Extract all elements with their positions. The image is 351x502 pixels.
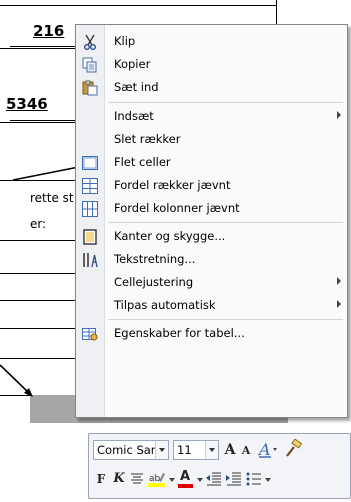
decrease-indent-icon[interactable]	[206, 472, 222, 486]
merge-cells-icon	[81, 154, 99, 171]
borders-icon	[81, 228, 99, 245]
menu-item-label: Flet celler	[114, 155, 171, 169]
menu-item-label: Egenskaber for tabel...	[114, 326, 245, 340]
font-name-combo[interactable]: Comic Sans	[93, 440, 169, 460]
menu-item-label: Tilpas automatisk	[114, 298, 216, 312]
menu-item-label: Kopier	[114, 57, 151, 71]
font-size-value: 11	[177, 443, 192, 457]
menu-separator	[108, 222, 343, 223]
svg-text:A: A	[257, 440, 271, 459]
text-direction-icon	[81, 251, 99, 268]
menu-separator	[108, 319, 343, 320]
italic-button[interactable]: K	[112, 469, 126, 489]
menu-separator	[108, 102, 343, 103]
menu-item-egenskaber-for-tabel[interactable]: Egenskaber for tabel...	[76, 322, 347, 345]
scissors-icon	[81, 33, 99, 50]
grow-font-button[interactable]: A	[223, 440, 237, 460]
menu-item-saet-ind[interactable]: Sæt ind	[76, 76, 347, 99]
menu-item-indsaet[interactable]: Indsæt	[76, 105, 347, 128]
menu-item-klip[interactable]: Klip	[76, 30, 347, 53]
menu-item-label: Sæt ind	[114, 80, 159, 94]
table-properties-icon	[81, 325, 99, 342]
copy-icon	[81, 56, 99, 73]
menu-item-label: Fordel rækker jævnt	[114, 178, 231, 192]
menu-item-fordel-raekker[interactable]: Fordel rækker jævnt	[76, 174, 347, 197]
chevron-down-icon[interactable]	[155, 441, 168, 459]
menu-item-flet-celler[interactable]: Flet celler	[76, 151, 347, 174]
chevron-down-icon[interactable]	[265, 478, 271, 482]
menu-item-kopier[interactable]: Kopier	[76, 53, 347, 76]
menu-item-label: Fordel kolonner jævnt	[114, 201, 240, 215]
submenu-arrow-icon	[337, 300, 341, 308]
font-color-icon[interactable]: A	[178, 469, 194, 489]
submenu-arrow-icon	[337, 277, 341, 285]
context-menu: Klip Kopier Sæt ind Indsæt Slet rækker F…	[75, 24, 348, 418]
styles-icon[interactable]: A	[257, 439, 279, 459]
font-color-letter: A	[180, 469, 191, 484]
distribute-rows-icon	[81, 177, 99, 194]
mini-toolbar: Comic Sans 11 A A A F K ab A	[88, 433, 351, 499]
bold-button[interactable]: F	[94, 469, 108, 489]
menu-item-kanter-og-skygge[interactable]: Kanter og skygge...	[76, 225, 347, 248]
chevron-down-icon[interactable]	[169, 478, 175, 482]
menu-item-tilpas-automatisk[interactable]: Tilpas automatisk	[76, 294, 347, 317]
increase-indent-icon[interactable]	[226, 472, 242, 486]
menu-item-label: Tekstretning...	[114, 252, 196, 266]
menu-item-tekstretning[interactable]: Tekstretning...	[76, 248, 347, 271]
svg-text:ab: ab	[149, 474, 161, 484]
menu-item-label: Kanter og skygge...	[114, 229, 226, 243]
menu-item-label: Cellejustering	[114, 275, 194, 289]
paste-icon	[81, 79, 99, 96]
format-painter-icon[interactable]	[283, 439, 303, 459]
center-align-icon[interactable]	[130, 472, 144, 486]
chevron-down-icon[interactable]	[205, 441, 218, 459]
distribute-columns-icon	[81, 200, 99, 217]
menu-item-cellejustering[interactable]: Cellejustering	[76, 271, 347, 294]
menu-item-slet-raekker[interactable]: Slet rækker	[76, 128, 347, 151]
highlight-icon[interactable]: ab	[148, 470, 166, 488]
chevron-down-icon[interactable]	[197, 478, 203, 482]
menu-item-label: Slet rækker	[114, 132, 181, 146]
menu-item-label: Klip	[114, 34, 136, 48]
bullet-list-icon[interactable]	[246, 472, 262, 486]
shrink-font-button[interactable]: A	[240, 441, 252, 461]
font-size-combo[interactable]: 11	[173, 440, 219, 460]
font-color-bar	[178, 484, 193, 488]
submenu-arrow-icon	[337, 111, 341, 119]
menu-item-label: Indsæt	[114, 109, 154, 123]
menu-item-fordel-kolonner[interactable]: Fordel kolonner jævnt	[76, 197, 347, 220]
